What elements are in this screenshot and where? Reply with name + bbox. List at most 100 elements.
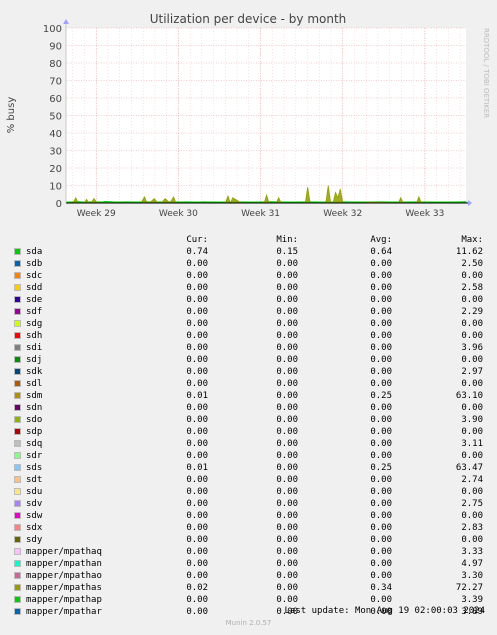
legend-min-value: 0.00 bbox=[276, 427, 298, 437]
legend-cur-value: 0.00 bbox=[186, 367, 208, 377]
legend-cur-value: 0.00 bbox=[186, 523, 208, 533]
legend-min-value: 0.00 bbox=[276, 463, 298, 473]
y-tick-label: 10 bbox=[49, 182, 62, 193]
legend-min-value: 0.00 bbox=[276, 283, 298, 293]
legend-cur-value: 0.00 bbox=[186, 595, 208, 605]
legend-cur-value: 0.01 bbox=[186, 463, 208, 473]
x-tick-label: Week 33 bbox=[405, 209, 444, 219]
y-tick-label: 90 bbox=[49, 42, 62, 53]
legend-max-value: 3.30 bbox=[461, 571, 483, 581]
legend-cur-value: 0.00 bbox=[186, 319, 208, 329]
y-tick-label: 80 bbox=[49, 59, 62, 70]
legend-series-name: sdf bbox=[26, 307, 43, 317]
legend-cur-value: 0.01 bbox=[186, 391, 208, 401]
legend-swatch bbox=[14, 476, 21, 483]
legend-swatch bbox=[14, 332, 21, 339]
legend-max-value: 0.00 bbox=[461, 379, 483, 389]
legend-max-value: 2.58 bbox=[461, 283, 483, 293]
legend-cur-value: 0.00 bbox=[186, 559, 208, 569]
legend-series-name: sds bbox=[26, 463, 43, 473]
legend-series-name: sdv bbox=[26, 499, 43, 509]
legend-series-name: sdy bbox=[26, 535, 43, 545]
legend-avg-value: 0.00 bbox=[370, 379, 392, 389]
legend-swatch bbox=[14, 404, 21, 411]
legend-min-value: 0.00 bbox=[276, 499, 298, 509]
y-tick-label: 60 bbox=[49, 94, 62, 105]
legend-max-value: 2.83 bbox=[461, 523, 483, 533]
legend-cur-value: 0.00 bbox=[186, 307, 208, 317]
legend-header-max: Max: bbox=[461, 235, 483, 245]
legend-avg-value: 0.00 bbox=[370, 451, 392, 461]
legend-avg-value: 0.00 bbox=[370, 571, 392, 581]
legend-max-value: 0.00 bbox=[461, 295, 483, 305]
legend-series-name: sdb bbox=[26, 259, 43, 269]
legend-min-value: 0.00 bbox=[276, 415, 298, 425]
legend-max-value: 0.00 bbox=[461, 427, 483, 437]
legend-min-value: 0.00 bbox=[276, 523, 298, 533]
legend-min-value: 0.00 bbox=[276, 355, 298, 365]
legend-series-name: sda bbox=[26, 247, 43, 257]
legend-cur-value: 0.00 bbox=[186, 415, 208, 425]
legend-cur-value: 0.00 bbox=[186, 487, 208, 497]
y-tick-label: 0 bbox=[56, 199, 62, 210]
munin-version: Munin 2.0.57 bbox=[225, 619, 272, 627]
legend-series-name: sdp bbox=[26, 427, 43, 437]
y-tick-label: 70 bbox=[49, 77, 62, 88]
legend-swatch bbox=[14, 548, 21, 555]
chart-title: Utilization per device - by month bbox=[150, 12, 347, 26]
legend-min-value: 0.00 bbox=[276, 439, 298, 449]
legend-swatch bbox=[14, 392, 21, 399]
legend-series-name: sdw bbox=[26, 511, 43, 521]
legend-avg-value: 0.00 bbox=[370, 319, 392, 329]
legend-swatch bbox=[14, 536, 21, 543]
legend-avg-value: 0.00 bbox=[370, 499, 392, 509]
legend-max-value: 3.96 bbox=[461, 343, 483, 353]
legend-cur-value: 0.00 bbox=[186, 331, 208, 341]
x-tick-label: Week 30 bbox=[159, 209, 198, 219]
legend-max-value: 0.00 bbox=[461, 403, 483, 413]
legend-min-value: 0.00 bbox=[276, 391, 298, 401]
legend-swatch bbox=[14, 320, 21, 327]
legend-series-name: mapper/mpathar bbox=[26, 607, 102, 617]
legend-cur-value: 0.00 bbox=[186, 259, 208, 269]
legend-max-value: 0.00 bbox=[461, 331, 483, 341]
legend-avg-value: 0.00 bbox=[370, 367, 392, 377]
legend-max-value: 0.00 bbox=[461, 535, 483, 545]
legend-swatch bbox=[14, 500, 21, 507]
legend-min-value: 0.00 bbox=[276, 571, 298, 581]
legend-max-value: 4.97 bbox=[461, 559, 483, 569]
legend-series-name: sdc bbox=[26, 271, 43, 281]
legend-series-name: sdt bbox=[26, 475, 43, 485]
legend-avg-value: 0.25 bbox=[370, 391, 392, 401]
y-tick-label: 40 bbox=[49, 129, 62, 140]
legend-series-name: sdq bbox=[26, 439, 43, 449]
x-tick-label: Week 32 bbox=[323, 209, 362, 219]
legend-series-name: sdg bbox=[26, 319, 43, 329]
legend-avg-value: 0.00 bbox=[370, 343, 392, 353]
legend-series-name: sdh bbox=[26, 331, 43, 341]
legend-avg-value: 0.00 bbox=[370, 295, 392, 305]
last-update: Last update: Mon Aug 19 02:00:03 2024 bbox=[284, 606, 485, 616]
legend-cur-value: 0.00 bbox=[186, 571, 208, 581]
legend-series-name: sdx bbox=[26, 523, 43, 533]
legend-min-value: 0.00 bbox=[276, 595, 298, 605]
legend-series-name: sdk bbox=[26, 367, 43, 377]
legend-cur-value: 0.00 bbox=[186, 535, 208, 545]
legend-avg-value: 0.00 bbox=[370, 535, 392, 545]
legend-avg-value: 0.00 bbox=[370, 283, 392, 293]
legend-cur-value: 0.00 bbox=[186, 343, 208, 353]
legend-swatch bbox=[14, 308, 21, 315]
legend-cur-value: 0.00 bbox=[186, 439, 208, 449]
legend-max-value: 0.00 bbox=[461, 487, 483, 497]
legend-cur-value: 0.00 bbox=[186, 607, 208, 617]
legend-cur-value: 0.00 bbox=[186, 475, 208, 485]
legend-max-value: 0.00 bbox=[461, 319, 483, 329]
legend-swatch bbox=[14, 512, 21, 519]
legend-swatch bbox=[14, 428, 21, 435]
legend-max-value: 63.47 bbox=[455, 463, 483, 473]
legend-max-value: 11.62 bbox=[455, 247, 483, 257]
legend-avg-value: 0.00 bbox=[370, 307, 392, 317]
legend-max-value: 2.50 bbox=[461, 259, 483, 269]
legend-swatch bbox=[14, 416, 21, 423]
legend-min-value: 0.00 bbox=[276, 379, 298, 389]
